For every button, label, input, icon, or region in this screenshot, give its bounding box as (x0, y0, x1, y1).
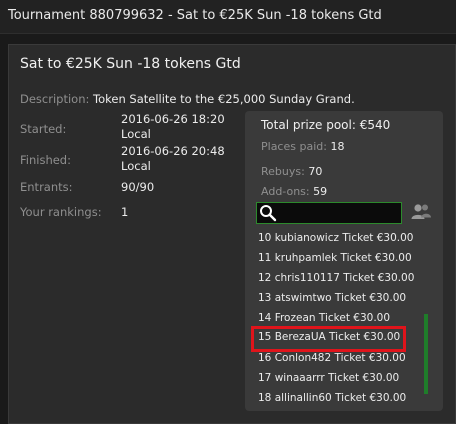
title-bar: Tournament 880799632 - Sat to €25K Sun -… (0, 0, 456, 34)
finished-zone: Local (121, 159, 151, 173)
places-paid-row: Places paid: 18 (261, 140, 344, 153)
addons-label: Add-ons: (261, 185, 310, 198)
list-item-highlighted[interactable]: 15 BerezaUA Ticket €30.00 (250, 326, 407, 352)
addons-value: 59 (313, 185, 328, 198)
list-item[interactable]: 17 winaaarrr Ticket €30.00 (258, 370, 399, 390)
started-date: 2016-06-26 18:20 (121, 112, 225, 126)
rebuys-label: Rebuys: (261, 165, 305, 178)
rebuys-value: 70 (308, 165, 323, 178)
rankings-value: 1 (121, 205, 129, 219)
list-item[interactable]: 16 Conlon482 Ticket €30.00 (258, 350, 406, 370)
total-prize-pool: Total prize pool: €540 (261, 118, 391, 132)
window-title: Tournament 880799632 - Sat to €25K Sun -… (8, 8, 382, 23)
list-item[interactable]: 12 chris110117 Ticket €30.00 (258, 270, 414, 290)
players-icon[interactable] (410, 202, 432, 222)
results-scrollbar[interactable] (424, 314, 428, 394)
search-input[interactable] (279, 204, 397, 222)
rankings-label: Your rankings: (20, 205, 102, 219)
places-paid-label: Places paid: (261, 140, 327, 153)
finished-date: 2016-06-26 20:48 (121, 144, 225, 158)
addons-row: Add-ons: 59 (261, 185, 327, 198)
entrants-label: Entrants: (20, 180, 73, 194)
finished-label: Finished: (20, 153, 71, 167)
description-value: Token Satellite to the €25,000 Sunday Gr… (93, 92, 355, 106)
started-label: Started: (20, 122, 67, 136)
places-paid-value: 18 (330, 140, 345, 153)
started-zone: Local (121, 127, 151, 141)
rebuys-row: Rebuys: 70 (261, 165, 322, 178)
list-item[interactable]: 13 atswimtwo Ticket €30.00 (258, 290, 406, 310)
list-item[interactable]: 18 allinallin60 Ticket €30.00 (258, 390, 406, 410)
tournament-heading: Sat to €25K Sun -18 tokens Gtd (20, 56, 241, 72)
description-label: Description: (20, 92, 90, 106)
player-search[interactable] (256, 202, 402, 224)
list-item[interactable]: 10 kubianowicz Ticket €30.00 (258, 230, 413, 250)
list-item[interactable]: 14 Frozean Ticket €30.00 (258, 310, 390, 330)
list-item[interactable]: 11 kruhpamlek Ticket €30.00 (258, 250, 412, 270)
entrants-value: 90/90 (121, 180, 155, 194)
description-row: Description: Token Satellite to the €25,… (20, 92, 355, 106)
search-icon[interactable] (259, 204, 277, 222)
